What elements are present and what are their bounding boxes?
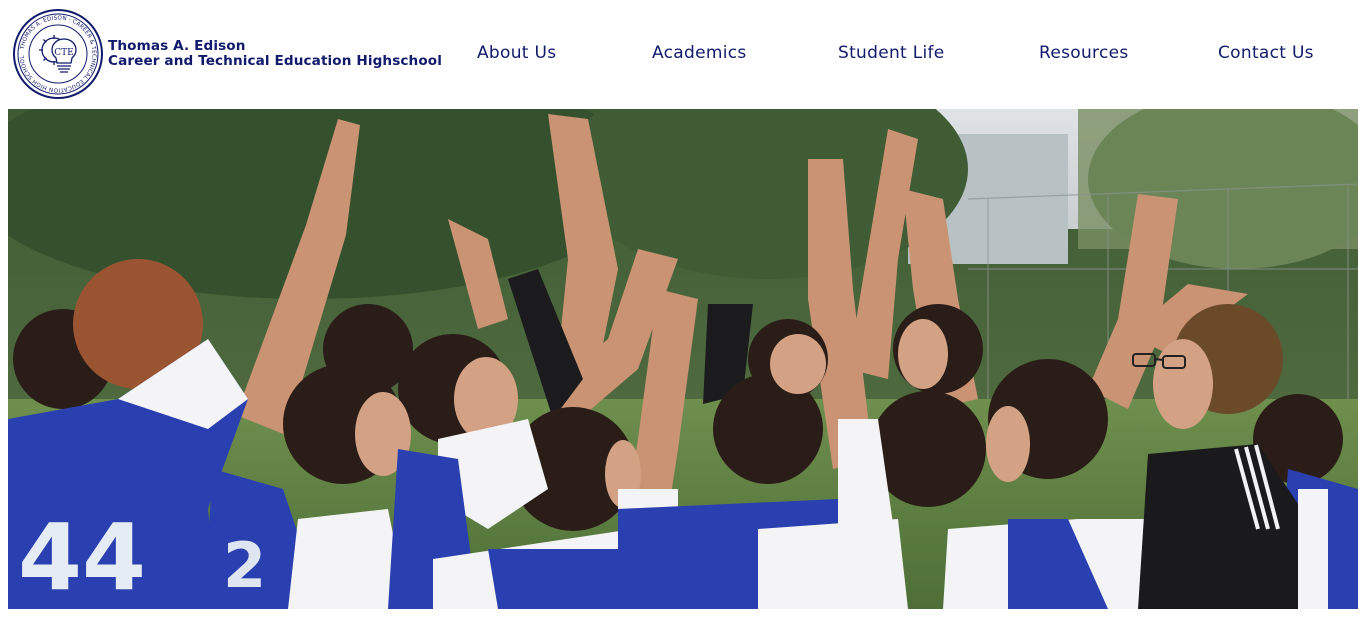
nav-item-resources[interactable]: Resources [1039, 42, 1129, 64]
nav-item-contact-us[interactable]: Contact Us [1218, 42, 1314, 64]
hero-image: 44 2 [8, 109, 1358, 609]
site-header: THOMAS A. EDISON · CAREER & TECHNICAL ED… [0, 0, 1365, 108]
jersey-number-44: 44 [18, 504, 146, 609]
nav-item-about-us[interactable]: About Us [477, 42, 556, 64]
page: THOMAS A. EDISON · CAREER & TECHNICAL ED… [0, 0, 1365, 642]
jersey-number-2: 2 [223, 529, 266, 602]
soccer-team-huddle-photo: 44 2 [8, 109, 1358, 609]
nav-item-student-life[interactable]: Student Life [838, 42, 945, 64]
nav-item-academics[interactable]: Academics [652, 42, 747, 64]
main-nav: About Us Academics Student Life Resource… [0, 0, 1365, 108]
